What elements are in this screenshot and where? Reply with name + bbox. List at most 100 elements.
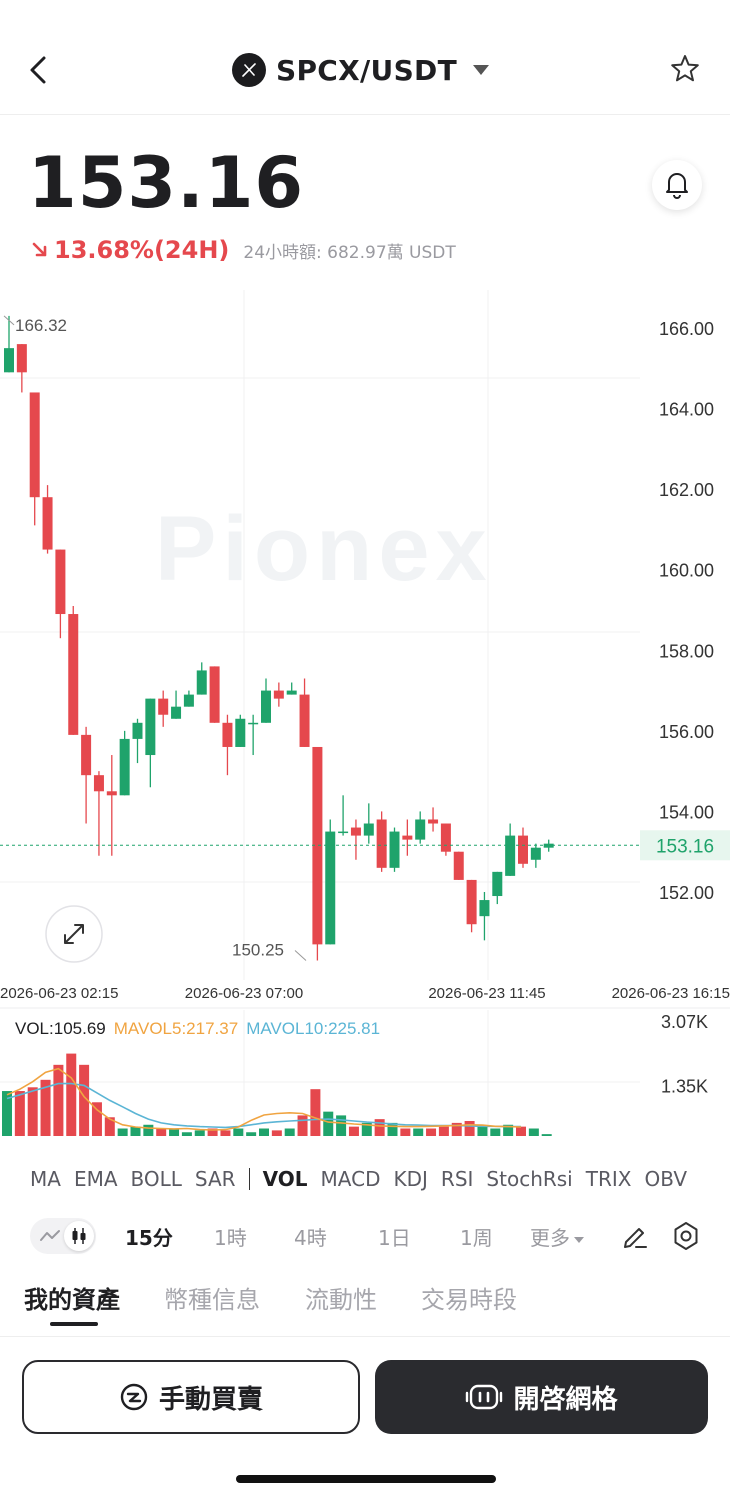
volume-bar xyxy=(259,1128,269,1136)
candlestick-chart[interactable]: Pionex 166.00 164.00 162.00 160.00 158.00 156… xyxy=(0,290,730,1160)
candle-body xyxy=(325,831,336,945)
indicator-boll[interactable]: BOLL xyxy=(131,1167,182,1191)
price-change-percent: 13.68%(24H) xyxy=(54,236,230,264)
candle-body xyxy=(93,775,104,792)
max-price-label: 166.32 xyxy=(15,316,67,335)
candle-body xyxy=(209,666,220,723)
chevron-left-icon[interactable] xyxy=(22,52,58,88)
min-price-label: 150.25 xyxy=(232,940,284,959)
pen-draw-icon[interactable] xyxy=(620,1220,650,1250)
start-grid-label: 開啓網格 xyxy=(513,1384,618,1415)
volume-bar xyxy=(426,1128,437,1136)
candle-body xyxy=(222,722,233,747)
candlestick-icon[interactable] xyxy=(64,1221,94,1251)
timeframe-4h[interactable]: 4時 xyxy=(294,1222,327,1251)
candle-body xyxy=(196,670,207,695)
timeframe-1h[interactable]: 1時 xyxy=(214,1222,247,1251)
timeframe-1d[interactable]: 1日 xyxy=(378,1222,411,1251)
candle-body xyxy=(4,348,14,373)
volume-bar xyxy=(490,1128,501,1136)
timeframe-more[interactable]: 更多 xyxy=(530,1222,584,1251)
timeframe-row: 15分 1時 4時 1日 1周 更多 xyxy=(0,1214,730,1258)
volume-bar xyxy=(271,1130,282,1136)
candle-body xyxy=(299,694,310,747)
volume-bar xyxy=(143,1124,154,1136)
candle-body xyxy=(286,690,297,695)
caret-down-icon xyxy=(574,1236,584,1243)
chart-canvas[interactable]: Pionex 166.00 164.00 162.00 160.00 158.00 156… xyxy=(0,290,730,1160)
volume-legend-item: MAVOL5:217.37 xyxy=(114,1019,238,1038)
top-bar: SPCX/USDT xyxy=(0,30,730,114)
volume-bar xyxy=(348,1126,359,1136)
gear-icon[interactable] xyxy=(670,1220,702,1252)
x-axis-tick-label: 2026-06-23 02:15 xyxy=(0,985,118,1002)
y-axis-tick-label: 156.00 xyxy=(659,722,714,742)
volume-tick-label: 3.07K xyxy=(661,1012,708,1032)
candle-body xyxy=(518,835,528,864)
x-axis-tick-label: 2026-06-23 11:45 xyxy=(428,985,545,1002)
volume-bar xyxy=(53,1064,64,1136)
indicator-rsi[interactable]: RSI xyxy=(441,1167,474,1191)
candle-body xyxy=(440,823,451,852)
tab-liquidity[interactable]: 流動性 xyxy=(305,1280,377,1315)
indicator-ema[interactable]: EMA xyxy=(74,1167,118,1191)
y-axis-tick-label: 158.00 xyxy=(659,641,714,661)
volume-legend-item: VOL:105.69 xyxy=(15,1019,106,1038)
volume-bar xyxy=(181,1132,192,1136)
volume-bar xyxy=(310,1089,321,1136)
candle-body xyxy=(492,871,503,897)
price-alert-button[interactable] xyxy=(652,160,702,210)
manual-trade-label: 手動買賣 xyxy=(158,1384,263,1415)
candle-body xyxy=(505,835,516,876)
timeframe-15m[interactable]: 15分 xyxy=(125,1222,173,1251)
candle-body xyxy=(350,827,361,836)
timeframe-1w[interactable]: 1周 xyxy=(460,1222,493,1251)
grid-bot-icon xyxy=(466,1384,503,1410)
timeframe-more-label: 更多 xyxy=(530,1226,570,1250)
volume-bar xyxy=(438,1126,449,1136)
star-outline-icon[interactable] xyxy=(668,52,702,86)
chart-type-toggle[interactable] xyxy=(30,1218,96,1254)
candle-body xyxy=(415,819,426,840)
volume-bar xyxy=(323,1111,334,1136)
pair-selector[interactable]: SPCX/USDT xyxy=(232,50,489,90)
indicator-kdj[interactable]: KDJ xyxy=(394,1167,428,1191)
volume-24h: 24小時額: 682.97萬 USDT xyxy=(243,242,456,263)
candle-body xyxy=(402,835,413,840)
home-indicator xyxy=(236,1475,496,1483)
volume-bar xyxy=(413,1128,424,1136)
indicator-macd[interactable]: MACD xyxy=(321,1167,381,1191)
expand-arrows-icon[interactable] xyxy=(45,905,103,963)
volume-bar xyxy=(194,1130,205,1136)
current-price: 153.16 xyxy=(28,142,305,224)
candle-body xyxy=(338,831,349,834)
candle-body xyxy=(273,690,284,699)
line-chart-icon[interactable] xyxy=(38,1224,62,1248)
caret-down-icon[interactable] xyxy=(473,65,489,75)
indicator-stochrsi[interactable]: StochRsi xyxy=(486,1167,572,1191)
candle-body xyxy=(171,706,182,719)
tab-trading-hours[interactable]: 交易時段 xyxy=(421,1280,517,1315)
candle-body xyxy=(119,738,130,796)
start-grid-button[interactable]: 開啓網格 xyxy=(375,1360,708,1434)
candle-body xyxy=(145,698,156,756)
manual-trade-button[interactable]: 手動買賣 xyxy=(22,1360,360,1434)
indicator-sar[interactable]: SAR xyxy=(195,1167,236,1191)
tab-coin-info[interactable]: 幣種信息 xyxy=(164,1280,260,1315)
candle-body xyxy=(530,847,541,860)
volume-bar xyxy=(220,1130,231,1136)
y-axis-tick-label: 160.00 xyxy=(659,561,714,581)
volume-bar xyxy=(336,1115,347,1136)
volume-tick-label: 1.35K xyxy=(661,1076,708,1096)
volume-bar xyxy=(477,1126,488,1136)
indicator-trix[interactable]: TRIX xyxy=(586,1167,632,1191)
y-axis-tick-label: 162.00 xyxy=(659,480,714,500)
candle-body xyxy=(55,549,66,615)
y-axis-tick-label: 154.00 xyxy=(659,802,714,822)
indicator-ma[interactable]: MA xyxy=(30,1167,61,1191)
indicator-vol[interactable]: VOL xyxy=(263,1167,308,1191)
tab-my-assets[interactable]: 我的資產 xyxy=(24,1280,120,1315)
manual-trade-icon xyxy=(120,1383,148,1411)
indicator-obv[interactable]: OBV xyxy=(644,1167,687,1191)
candle-body xyxy=(235,718,246,747)
